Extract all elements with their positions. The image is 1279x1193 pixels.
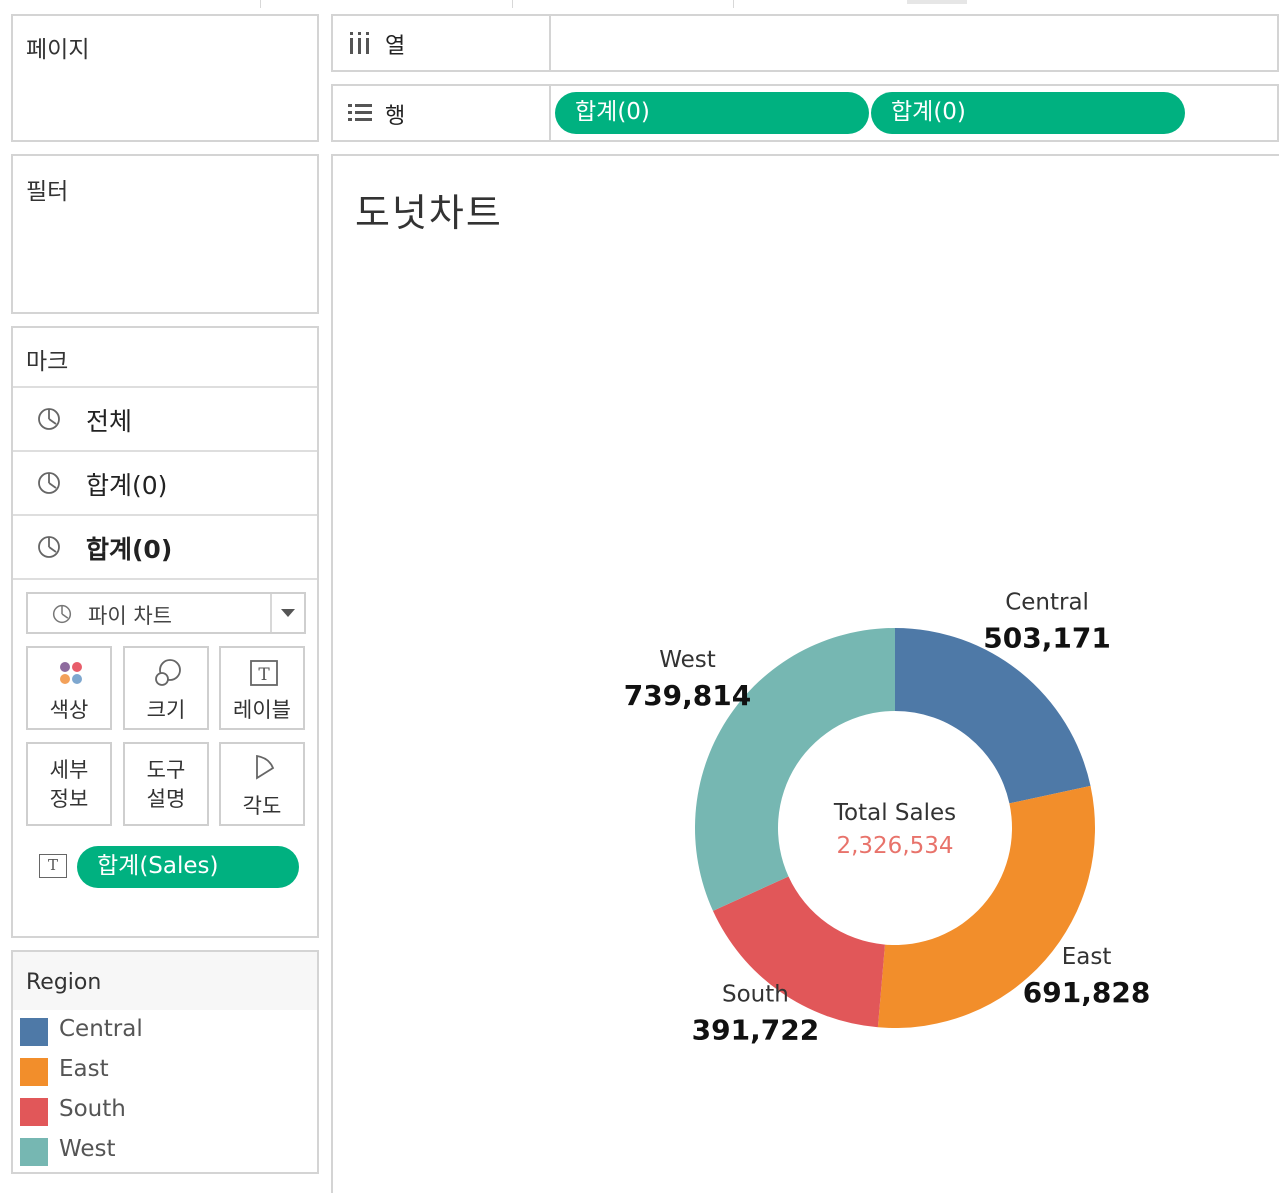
detail-label-line1: 세부 bbox=[49, 758, 89, 782]
pie-chart-icon bbox=[52, 604, 72, 624]
sales-sum-pill[interactable]: 합계(Sales) bbox=[77, 846, 299, 888]
slice-value-label: 739,814 bbox=[624, 679, 752, 712]
pages-shelf[interactable]: 페이지 bbox=[11, 14, 319, 142]
top-toolbar-strip bbox=[0, 0, 1279, 8]
size-button[interactable]: 크기 bbox=[123, 646, 209, 730]
angle-label: 각도 bbox=[242, 794, 282, 818]
svg-text:T: T bbox=[258, 665, 270, 685]
legend-item-label: Central bbox=[59, 1016, 143, 1042]
toolbar-divider bbox=[260, 0, 261, 8]
toolbar-divider bbox=[733, 0, 734, 8]
rows-shelf[interactable]: 행 합계(0) 합계(0) bbox=[331, 84, 1279, 142]
pie-chart-icon bbox=[38, 536, 60, 558]
columns-shelf[interactable]: 열 bbox=[331, 14, 1279, 72]
marks-divider bbox=[13, 578, 317, 580]
angle-wedge-icon bbox=[256, 754, 275, 780]
rows-shelf-header: 행 bbox=[333, 86, 551, 140]
pie-chart-icon bbox=[38, 408, 60, 430]
detail-button[interactable]: 세부 정보 bbox=[26, 742, 112, 826]
marks-tab-label: 합계(0) bbox=[86, 471, 168, 500]
legend-item-label: East bbox=[59, 1056, 109, 1082]
legend-swatch bbox=[20, 1058, 48, 1086]
legend-swatch bbox=[20, 1098, 48, 1126]
donut-slice-west[interactable] bbox=[695, 628, 895, 911]
rows-pill-sum-1[interactable]: 합계(0) bbox=[555, 92, 869, 134]
columns-icon bbox=[350, 32, 369, 54]
toolbar-divider bbox=[512, 0, 513, 8]
marks-tab-sum-1[interactable]: 합계(0) bbox=[13, 450, 317, 514]
slice-category-label: South bbox=[722, 982, 789, 1008]
region-legend: Region Central East South West bbox=[11, 950, 319, 1174]
text-icon[interactable]: T bbox=[39, 854, 67, 878]
marks-title: 마크 bbox=[26, 349, 69, 375]
donut-chart: Central 503,171 East 691,828 South 391,722 Wes… bbox=[624, 590, 1151, 1047]
columns-label: 열 bbox=[385, 34, 406, 59]
text-label-icon: T bbox=[250, 660, 278, 686]
mark-type-dropdown[interactable]: 파이 차트 bbox=[26, 592, 306, 634]
slice-value-label: 503,171 bbox=[983, 622, 1111, 655]
slice-category-label: Central bbox=[1005, 590, 1089, 616]
size-label: 크기 bbox=[146, 698, 186, 722]
rows-icon bbox=[348, 104, 372, 121]
color-label: 색상 bbox=[49, 698, 89, 722]
rows-label: 행 bbox=[385, 104, 406, 129]
tooltip-label-line1: 도구 bbox=[146, 758, 186, 782]
center-title-label: Total Sales bbox=[833, 800, 956, 826]
tooltip-label-line2: 설명 bbox=[146, 787, 186, 811]
dropdown-separator bbox=[270, 594, 272, 632]
tooltip-button[interactable]: 도구 설명 bbox=[123, 742, 209, 826]
legend-item-central[interactable]: Central bbox=[20, 1016, 310, 1046]
center-total-value: 2,326,534 bbox=[836, 833, 953, 859]
legend-item-east[interactable]: East bbox=[20, 1056, 310, 1086]
size-circles-icon bbox=[155, 659, 181, 686]
legend-swatch bbox=[20, 1018, 48, 1046]
marks-tab-all[interactable]: 전체 bbox=[13, 386, 317, 450]
pie-chart-icon bbox=[38, 472, 60, 494]
pages-title: 페이지 bbox=[26, 37, 90, 63]
legend-item-label: West bbox=[59, 1136, 116, 1162]
slice-category-label: West bbox=[659, 647, 716, 673]
mark-type-label: 파이 차트 bbox=[88, 604, 172, 628]
marks-tab-sum-2[interactable]: 합계(0) bbox=[13, 514, 317, 578]
slice-category-label: East bbox=[1062, 944, 1112, 970]
color-button[interactable]: 색상 bbox=[26, 646, 112, 730]
filters-shelf[interactable]: 필터 bbox=[11, 154, 319, 314]
chevron-down-icon[interactable] bbox=[281, 609, 295, 617]
label-button[interactable]: T 레이블 bbox=[219, 646, 305, 730]
legend-item-west[interactable]: West bbox=[20, 1136, 310, 1166]
legend-swatch bbox=[20, 1138, 48, 1166]
legend-title: Region bbox=[26, 970, 102, 995]
detail-label-line2: 정보 bbox=[49, 787, 89, 811]
mark-field-row: T 합계(Sales) bbox=[37, 846, 307, 890]
marks-tab-label: 전체 bbox=[86, 407, 133, 436]
angle-button[interactable]: 각도 bbox=[219, 742, 305, 826]
label-label: 레이블 bbox=[233, 698, 291, 722]
legend-item-south[interactable]: South bbox=[20, 1096, 310, 1126]
toolbar-tab-indicator bbox=[907, 0, 967, 4]
legend-item-label: South bbox=[59, 1096, 126, 1122]
color-dots-icon bbox=[60, 662, 82, 684]
columns-shelf-header: 열 bbox=[333, 16, 551, 70]
slice-value-label: 391,722 bbox=[692, 1014, 820, 1047]
rows-pill-sum-2[interactable]: 합계(0) bbox=[871, 92, 1185, 134]
marks-tab-label: 합계(0) bbox=[86, 535, 173, 564]
chart-view: 도넛차트 Central 503,171 East 691,828 South 391,7… bbox=[331, 154, 1279, 1193]
slice-value-label: 691,828 bbox=[1023, 976, 1151, 1009]
filters-title: 필터 bbox=[26, 179, 69, 205]
marks-card: 마크 전체 합계(0) 합계(0) 파이 차트 색상 크기 T 레이블 세부 정… bbox=[11, 326, 319, 938]
